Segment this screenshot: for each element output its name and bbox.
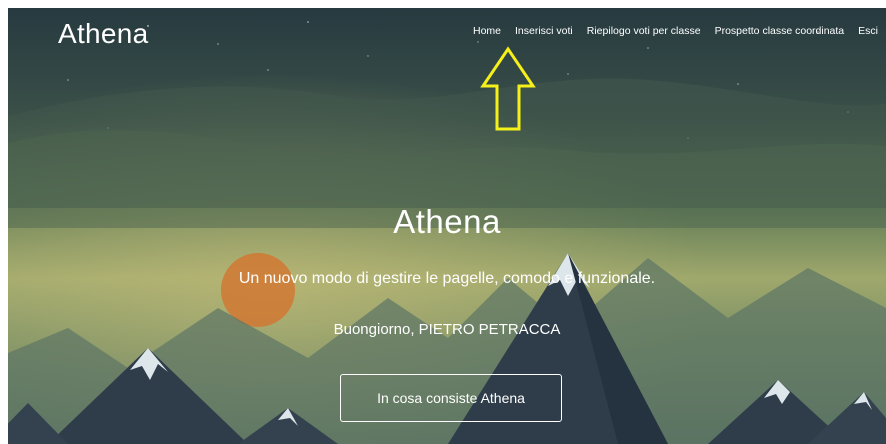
greeting-text: Buongiorno, PIETRO PETRACCA: [333, 321, 561, 338]
nav-esci[interactable]: Esci: [858, 25, 878, 37]
nav-home[interactable]: Home: [473, 25, 501, 37]
hero-subtitle: Un nuovo modo di gestire le pagelle, com…: [238, 270, 656, 287]
app-screen: Athena Home Inserisci voti Riepilogo vot…: [8, 8, 886, 444]
nav-prospetto-classe[interactable]: Prospetto classe coordinata: [715, 25, 845, 37]
nav-inserisci-voti[interactable]: Inserisci voti: [515, 25, 573, 37]
brand-logo[interactable]: Athena: [58, 18, 149, 50]
nav-riepilogo-voti[interactable]: Riepilogo voti per classe: [587, 25, 701, 37]
main-nav: Home Inserisci voti Riepilogo voti per c…: [473, 25, 878, 37]
learn-more-button[interactable]: In cosa consiste Athena: [340, 374, 562, 422]
hero-title: Athena: [393, 203, 501, 240]
annotation-up-arrow-icon: [480, 46, 536, 131]
